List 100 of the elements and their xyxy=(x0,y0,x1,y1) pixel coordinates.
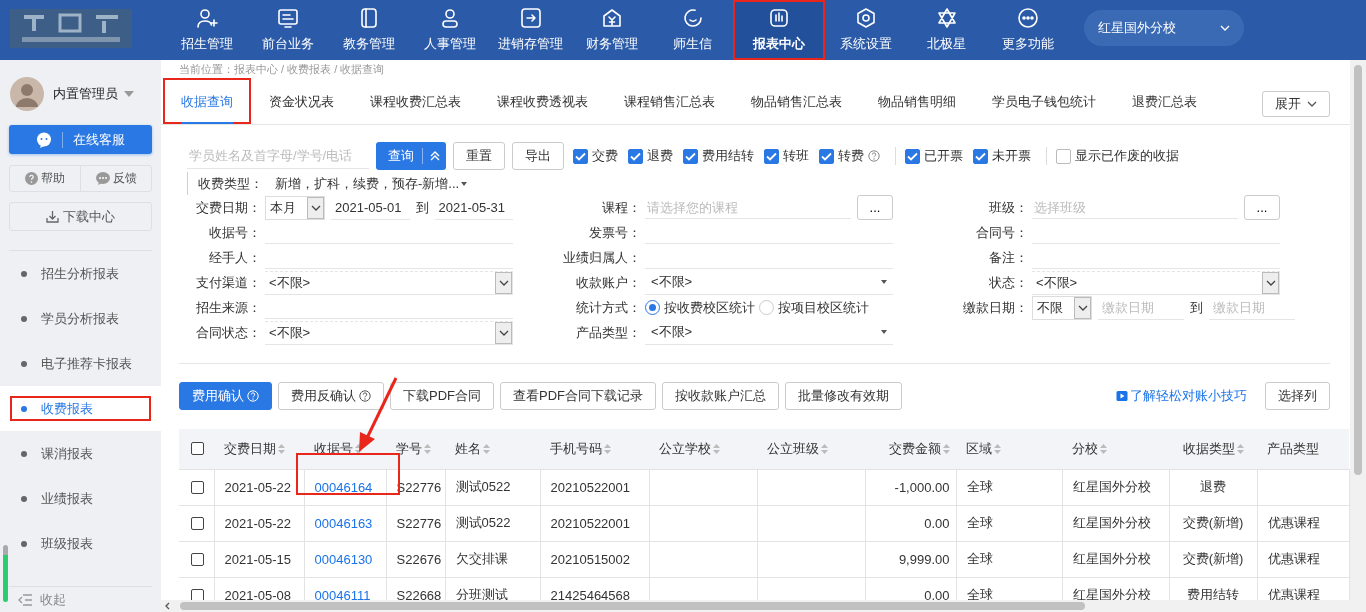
checkbox[interactable] xyxy=(191,442,204,456)
column-header[interactable]: 公立学校 xyxy=(659,440,711,456)
checkbox[interactable] xyxy=(683,148,698,164)
service-button[interactable]: 在线客服 xyxy=(9,125,152,154)
checkbox[interactable] xyxy=(191,552,204,566)
table-cell: 20210522001 xyxy=(550,479,631,495)
tab[interactable]: 资金状况表 xyxy=(251,78,352,124)
table-cell: 2021-05-22 xyxy=(224,479,291,495)
checkbox[interactable] xyxy=(905,148,920,164)
vertical-scrollbar[interactable] xyxy=(1350,60,1366,612)
tab[interactable]: 课程销售汇总表 xyxy=(606,78,733,124)
checkbox[interactable] xyxy=(191,588,204,600)
sidebar-item[interactable]: 业绩报表 xyxy=(0,476,161,521)
nav-item[interactable]: 报表中心 xyxy=(733,0,825,60)
action-button[interactable]: 下载PDF合同 xyxy=(390,382,494,410)
column-header[interactable]: 学号 xyxy=(396,440,422,456)
nav-item[interactable]: 财务管理 xyxy=(571,0,652,60)
nav-item[interactable]: 人事管理 xyxy=(409,0,490,60)
checkbox[interactable] xyxy=(573,148,588,164)
picker-field[interactable]: 选择班级 xyxy=(1032,196,1238,219)
dropdown-field[interactable]: <不限> xyxy=(645,270,893,295)
expand-button[interactable]: 展开 xyxy=(1262,91,1330,117)
reset-button[interactable]: 重置 xyxy=(453,142,505,170)
checkbox[interactable] xyxy=(191,480,204,494)
nav-item[interactable]: 招生管理 xyxy=(166,0,247,60)
tips-link[interactable]: 了解轻松对账小技巧 xyxy=(1116,387,1247,405)
sidebar-item[interactable]: 招生分析报表 xyxy=(0,251,161,296)
download-button[interactable]: 下载中心 xyxy=(9,202,152,231)
type-select[interactable]: 新增，扩科，续费，预存-新增... xyxy=(275,174,468,193)
tab[interactable]: 退费汇总表 xyxy=(1114,78,1215,124)
bar-chart-icon xyxy=(767,6,791,30)
checkbox-label: 转班 xyxy=(783,147,809,165)
action-button[interactable]: 查看PDF合同下载记录 xyxy=(500,382,656,410)
sidebar-item[interactable]: 课消报表 xyxy=(0,431,161,476)
caret-icon xyxy=(461,181,468,186)
nav-item[interactable]: 北极星 xyxy=(906,0,987,60)
table-cell: 全球 xyxy=(966,551,993,566)
column-header[interactable]: 分校 xyxy=(1072,440,1098,456)
tab[interactable]: 物品销售明细 xyxy=(860,78,974,124)
sidebar-item[interactable]: 收费报表 xyxy=(0,386,161,431)
sort-icon xyxy=(943,444,950,455)
select-field[interactable]: <不限> xyxy=(265,320,513,345)
tab[interactable]: 学员电子钱包统计 xyxy=(974,78,1114,124)
help-button[interactable]: 帮助 xyxy=(10,166,80,191)
date-field[interactable]: 2021-05-01 xyxy=(331,195,410,220)
dropdown-field[interactable]: <不限> xyxy=(645,320,893,345)
date-field[interactable]: 2021-05-31 xyxy=(434,195,513,220)
checkbox-label: 费用结转 xyxy=(702,147,754,165)
tab[interactable]: 课程收费汇总表 xyxy=(352,78,479,124)
column-header[interactable]: 姓名 xyxy=(455,440,481,456)
action-button[interactable]: 费用确认 xyxy=(179,382,272,410)
export-button[interactable]: 导出 xyxy=(512,142,564,170)
checkbox[interactable] xyxy=(764,148,779,164)
date-field[interactable]: 缴款日期 xyxy=(1098,295,1184,320)
browse-button[interactable]: ... xyxy=(1244,195,1280,220)
collapse-icon xyxy=(18,593,32,606)
column-header[interactable]: 区域 xyxy=(966,440,992,456)
field-label: 业绩归属人： xyxy=(562,248,642,267)
select-field[interactable]: <不限> xyxy=(1032,270,1280,295)
tab[interactable]: 物品销售汇总表 xyxy=(733,78,860,124)
checkbox-label: 退费 xyxy=(647,147,673,165)
help-icon xyxy=(247,390,259,402)
nav-item[interactable]: 系统设置 xyxy=(825,0,906,60)
checkbox[interactable] xyxy=(191,516,204,530)
date-field[interactable]: 缴款日期 xyxy=(1209,295,1295,320)
arrow-box-icon xyxy=(518,6,543,30)
breadcrumb: 当前位置：报表中心 / 收费报表 / 收据查询 xyxy=(178,62,386,77)
checkbox[interactable] xyxy=(973,148,988,164)
table-cell: S22776 xyxy=(396,515,442,531)
chevron-down-icon xyxy=(1265,279,1276,286)
column-header[interactable]: 公立班级 xyxy=(767,440,819,456)
checkbox[interactable] xyxy=(628,148,643,164)
sidebar-item[interactable]: 学员分析报表 xyxy=(0,296,161,341)
sort-icon xyxy=(604,444,611,455)
action-button[interactable]: 按收款账户汇总 xyxy=(662,382,779,410)
school-selector[interactable]: 红星国外分校 xyxy=(1084,10,1244,46)
nav-item[interactable]: 进销存管理 xyxy=(490,0,571,60)
checkbox[interactable] xyxy=(819,148,834,164)
nav-item[interactable]: 前台业务 xyxy=(247,0,328,60)
tab[interactable]: 课程收费透视表 xyxy=(479,78,606,124)
action-button[interactable]: 批量修改有效期 xyxy=(785,382,902,410)
column-header[interactable]: 手机号码 xyxy=(550,440,602,456)
feedback-button[interactable]: 反馈 xyxy=(80,166,151,191)
nav-item[interactable]: 更多功能 xyxy=(987,0,1068,60)
select-field[interactable]: 本月 xyxy=(265,195,325,220)
query-button[interactable]: 查询 xyxy=(376,142,446,170)
field-label: 发票号： xyxy=(588,223,642,242)
select-field[interactable]: 不限 xyxy=(1032,295,1092,320)
columns-button[interactable]: 选择列 xyxy=(1265,382,1330,410)
sidebar-item[interactable]: 电子推荐卡报表 xyxy=(0,341,161,386)
nav-item[interactable]: 教务管理 xyxy=(328,0,409,60)
checkbox[interactable] xyxy=(1056,148,1071,164)
action-button[interactable]: 费用反确认 xyxy=(278,382,384,410)
select-field[interactable]: <不限> xyxy=(265,270,513,295)
nav-item[interactable]: 师生信 xyxy=(652,0,733,60)
sidebar-item[interactable]: 班级报表 xyxy=(0,521,161,566)
picker-field[interactable]: 请选择您的课程 xyxy=(645,196,851,219)
user-name[interactable]: 内置管理员 xyxy=(53,85,118,103)
tab[interactable]: 收据查询 xyxy=(163,78,251,124)
browse-button[interactable]: ... xyxy=(857,195,893,220)
